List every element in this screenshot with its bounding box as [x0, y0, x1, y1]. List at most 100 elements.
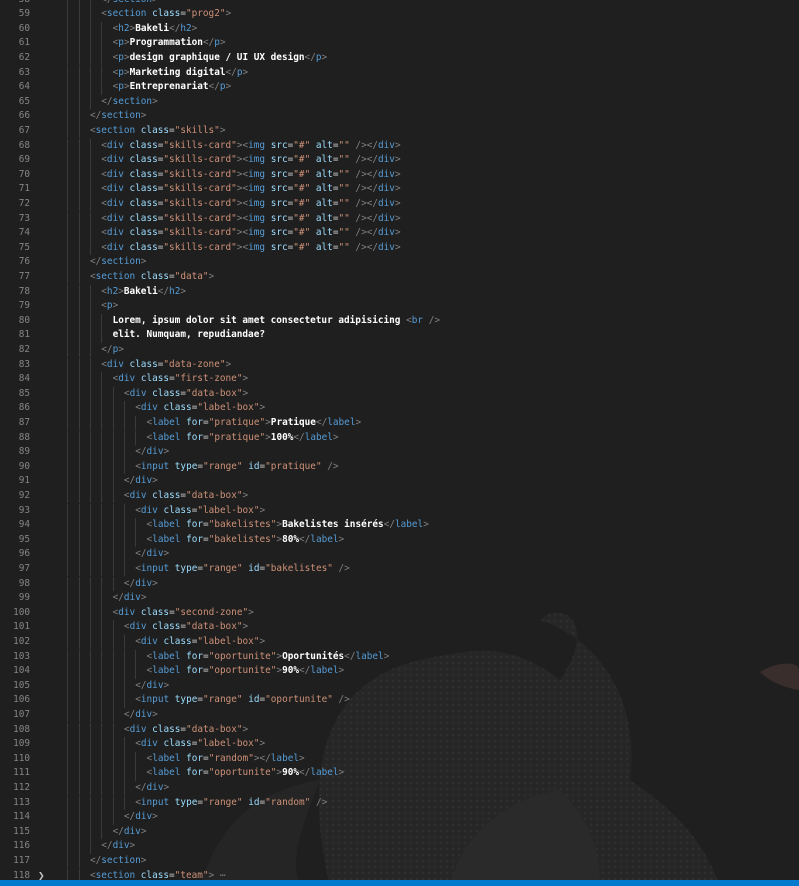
code-content[interactable]: </section> — [101, 95, 157, 110]
code-content[interactable]: </div> — [124, 474, 158, 489]
code-line[interactable]: 96 </div> — [0, 547, 799, 562]
code-line[interactable]: 103 <label for="oportunite">Oportunités</… — [0, 649, 799, 665]
code-line[interactable]: 111 <label for="oportunite">90%</label> — [0, 766, 799, 781]
code-line[interactable]: 68 <div class="skills-card"><img src="#" … — [0, 138, 799, 154]
code-line[interactable]: 98 </div> — [0, 576, 799, 592]
code-line[interactable]: 88 <label for="pratique">100%</label> — [0, 430, 799, 446]
code-line[interactable]: 66 </section> — [0, 109, 799, 124]
code-line[interactable]: 58 </section> — [0, 0, 799, 8]
code-content[interactable]: <section class="data"> — [90, 270, 214, 285]
code-line[interactable]: 104 <label for="oportunite">90%</label> — [0, 664, 799, 679]
code-content[interactable]: </section> — [90, 109, 146, 124]
code-content[interactable]: </section> — [90, 854, 146, 869]
code-line[interactable]: 90 <input type="range" id="pratique" /> — [0, 459, 799, 475]
code-line[interactable]: 62 <p>design graphique / UI UX design</p> — [0, 50, 799, 66]
code-content[interactable]: elit. Numquam, repudiandae? — [113, 328, 265, 343]
code-content[interactable]: <label for="bakelistes">80%</label> — [147, 533, 345, 548]
code-content[interactable]: <div class="skills-card"><img src="#" al… — [101, 212, 400, 227]
code-content[interactable]: </div> — [135, 679, 169, 694]
code-content[interactable]: <h2>Bakeli</h2> — [113, 22, 198, 37]
code-line[interactable]: 81 elit. Numquam, repudiandae? — [0, 328, 799, 343]
chevron-right-icon[interactable]: ❯ — [38, 869, 45, 881]
code-content[interactable]: </div> — [124, 810, 158, 825]
code-line[interactable]: 73 <div class="skills-card"><img src="#" … — [0, 211, 799, 227]
code-content[interactable]: <h2>Bakeli</h2> — [101, 285, 186, 300]
code-line[interactable]: 86 <div class="label-box"> — [0, 401, 799, 416]
code-line[interactable]: 92 <div class="data-box"> — [0, 488, 799, 504]
code-content[interactable]: </div> — [113, 591, 147, 606]
code-line[interactable]: 105 </div> — [0, 678, 799, 694]
code-content[interactable]: <div class="data-box"> — [124, 387, 248, 402]
code-line[interactable]: 71 <div class="skills-card"><img src="#" … — [0, 182, 799, 197]
code-content[interactable]: <div class="skills-card"><img src="#" al… — [101, 168, 400, 183]
code-line[interactable]: 107 </div> — [0, 707, 799, 723]
code-content[interactable]: <div class="skills-card"><img src="#" al… — [101, 153, 400, 168]
code-line[interactable]: 110 <label for="random"></label> — [0, 751, 799, 767]
code-content[interactable]: <label for="pratique">100%</label> — [147, 431, 339, 446]
code-content[interactable]: <p>Programmation</p> — [113, 36, 226, 51]
code-content[interactable]: </div> — [113, 825, 147, 840]
code-line[interactable]: 82 </p> — [0, 342, 799, 358]
code-line[interactable]: 79 <p> — [0, 299, 799, 314]
code-content[interactable]: <div class="label-box"> — [135, 737, 265, 752]
code-line[interactable]: 117 </section> — [0, 853, 799, 869]
code-line[interactable]: 84 <div class="first-zone"> — [0, 372, 799, 387]
code-content[interactable]: <div class="data-box"> — [124, 489, 248, 504]
code-line[interactable]: 87 <label for="pratique">Pratique</label> — [0, 415, 799, 431]
code-line[interactable]: 70 <div class="skills-card"><img src="#" … — [0, 167, 799, 183]
code-content[interactable]: <div class="label-box"> — [135, 401, 265, 416]
code-content[interactable]: </div> — [124, 708, 158, 723]
code-line[interactable]: 64 <p>Entreprenariat</p> — [0, 80, 799, 95]
code-content[interactable]: <div class="skills-card"><img src="#" al… — [101, 139, 400, 154]
code-line[interactable]: 118 ❯ <section class="team"> ⋯ — [0, 868, 799, 881]
code-content[interactable]: <div class="data-zone"> — [101, 358, 231, 373]
code-content[interactable]: <input type="range" id="bakelistes" /> — [135, 562, 350, 577]
code-content[interactable]: </div> — [101, 839, 135, 854]
code-line[interactable]: 95 <label for="bakelistes">80%</label> — [0, 532, 799, 548]
code-line[interactable]: 67 <section class="skills"> — [0, 123, 799, 139]
code-line[interactable]: 106 <input type="range" id="oportunite" /… — [0, 693, 799, 708]
code-line[interactable]: 77 <section class="data"> — [0, 269, 799, 285]
code-line[interactable]: 93 <div class="label-box"> — [0, 503, 799, 519]
code-content[interactable]: <p>design graphique / UI UX design</p> — [113, 51, 328, 66]
code-line[interactable]: 116 </div> — [0, 839, 799, 854]
code-content[interactable]: <div class="skills-card"><img src="#" al… — [101, 197, 400, 212]
code-line[interactable]: 100 <div class="second-zone"> — [0, 605, 799, 621]
code-content[interactable]: <div class="first-zone"> — [113, 372, 249, 387]
code-content[interactable]: <div class="data-box"> — [124, 723, 248, 738]
code-content[interactable]: <input type="range" id="pratique" /> — [135, 460, 338, 475]
code-line[interactable]: 60 <h2>Bakeli</h2> — [0, 21, 799, 37]
code-content[interactable]: <p>Entreprenariat</p> — [113, 80, 232, 95]
code-content[interactable]: <div class="skills-card"><img src="#" al… — [101, 182, 400, 197]
code-content[interactable]: <label for="oportunite">90%</label> — [147, 766, 345, 781]
code-content[interactable]: <div class="label-box"> — [135, 504, 265, 519]
code-content[interactable]: </div> — [124, 577, 158, 592]
code-line[interactable]: 72 <div class="skills-card"><img src="#" … — [0, 196, 799, 212]
code-content[interactable]: <p> — [101, 299, 118, 314]
code-content[interactable]: <label for="oportunite">Oportunités</lab… — [147, 650, 390, 665]
code-content[interactable]: <div class="skills-card"><img src="#" al… — [101, 226, 400, 241]
code-content[interactable]: <section class="skills"> — [90, 124, 226, 139]
code-line[interactable]: 99 </div> — [0, 591, 799, 606]
code-line[interactable]: 78 <h2>Bakeli</h2> — [0, 284, 799, 300]
code-line[interactable]: 69 <div class="skills-card"><img src="#" … — [0, 153, 799, 168]
code-content[interactable]: <section class="prog2"> — [101, 7, 231, 22]
code-content[interactable]: <input type="range" id="random" /> — [135, 796, 327, 811]
code-line[interactable]: 75 <div class="skills-card"><img src="#" … — [0, 240, 799, 256]
code-content[interactable]: <input type="range" id="oportunite" /> — [135, 693, 350, 708]
code-line[interactable]: 114 </div> — [0, 810, 799, 825]
code-content[interactable]: <div class="skills-card"><img src="#" al… — [101, 241, 400, 256]
code-content[interactable]: </div> — [135, 445, 169, 460]
code-line[interactable]: 65 </section> — [0, 94, 799, 110]
code-line[interactable]: 102 <div class="label-box"> — [0, 634, 799, 650]
code-line[interactable]: 61 <p>Programmation</p> — [0, 36, 799, 51]
code-content[interactable]: <label for="bakelistes">Bakelistes insér… — [147, 518, 429, 533]
code-line[interactable]: 63 <p>Marketing digital</p> — [0, 65, 799, 81]
code-content[interactable]: <div class="second-zone"> — [113, 606, 254, 621]
code-content[interactable]: </section> — [90, 255, 146, 270]
code-line[interactable]: 108 <div class="data-box"> — [0, 722, 799, 738]
code-line[interactable]: 83 <div class="data-zone"> — [0, 357, 799, 373]
code-content[interactable]: <label for="random"></label> — [147, 752, 305, 767]
code-line[interactable]: 85 <div class="data-box"> — [0, 386, 799, 402]
code-line[interactable]: 80 Lorem, ipsum dolor sit amet consectetu… — [0, 313, 799, 329]
